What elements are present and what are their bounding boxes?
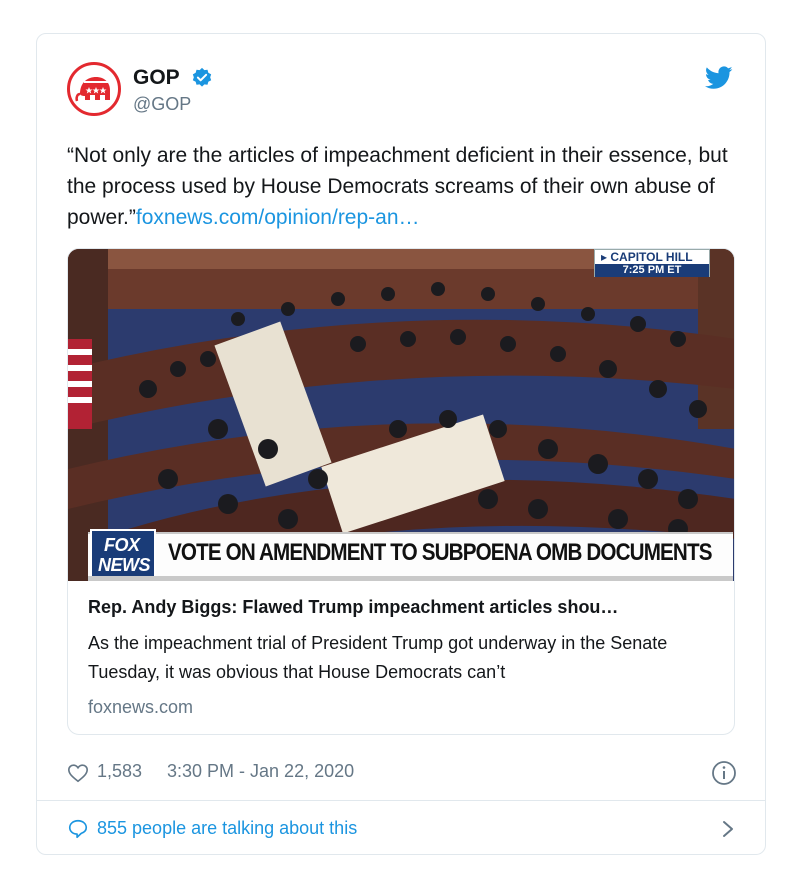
info-icon[interactable] — [711, 760, 737, 786]
handle[interactable]: @GOP — [133, 94, 191, 115]
conversation-footer[interactable]: 855 people are talking about this — [67, 816, 737, 844]
fox-news-logo: FOX NEWS — [90, 529, 156, 579]
tweet-text: “Not only are the articles of impeachmen… — [67, 140, 737, 233]
talking-count[interactable]: 855 people are talking about this — [97, 818, 357, 839]
reply-bubble-icon — [68, 819, 88, 839]
locator-label: ▸ CAPITOL HILL — [601, 250, 693, 264]
chevron-right-icon[interactable] — [719, 818, 737, 840]
capitol-hill-locator: ▸ CAPITOL HILL 7:25 PM ET — [594, 249, 710, 277]
twitter-bird-icon[interactable] — [705, 66, 733, 90]
card-title[interactable]: Rep. Andy Biggs: Flawed Trump impeachmen… — [88, 597, 718, 618]
card-description: As the impeachment trial of President Tr… — [88, 633, 668, 682]
timestamp[interactable]: 3:30 PM - Jan 22, 2020 — [167, 761, 354, 782]
avatar[interactable] — [67, 62, 121, 116]
ticker-bar — [88, 576, 733, 581]
locator-time: 7:25 PM ET — [595, 264, 709, 277]
display-name[interactable]: GOP — [133, 66, 180, 90]
verified-badge-icon — [192, 67, 212, 87]
heart-icon[interactable] — [67, 762, 89, 784]
like-count[interactable]: 1,583 — [97, 761, 142, 782]
divider — [37, 800, 765, 801]
fox-logo-line2: NEWS — [98, 555, 151, 575]
link-preview-card[interactable]: ▸ CAPITOL HILL 7:25 PM ET FOX NEWS VOTE … — [67, 248, 735, 735]
fox-logo-line1: FOX — [104, 535, 140, 555]
chyron-text: VOTE ON AMENDMENT TO SUBPOENA OMB DOCUME… — [168, 539, 713, 566]
gop-elephant-logo — [75, 77, 110, 102]
tweet-embed-card: GOP @GOP “Not only are the articles of i… — [36, 33, 766, 855]
tweet-link[interactable]: foxnews.com/opinion/rep-an… — [136, 206, 420, 229]
tweet-meta: 1,583 3:30 PM - Jan 22, 2020 — [67, 760, 737, 786]
card-body[interactable]: Rep. Andy Biggs: Flawed Trump impeachmen… — [88, 597, 718, 718]
tweet-header: GOP @GOP — [67, 62, 737, 122]
card-domain: foxnews.com — [88, 697, 194, 717]
preview-image[interactable]: ▸ CAPITOL HILL 7:25 PM ET FOX NEWS VOTE … — [68, 249, 734, 581]
